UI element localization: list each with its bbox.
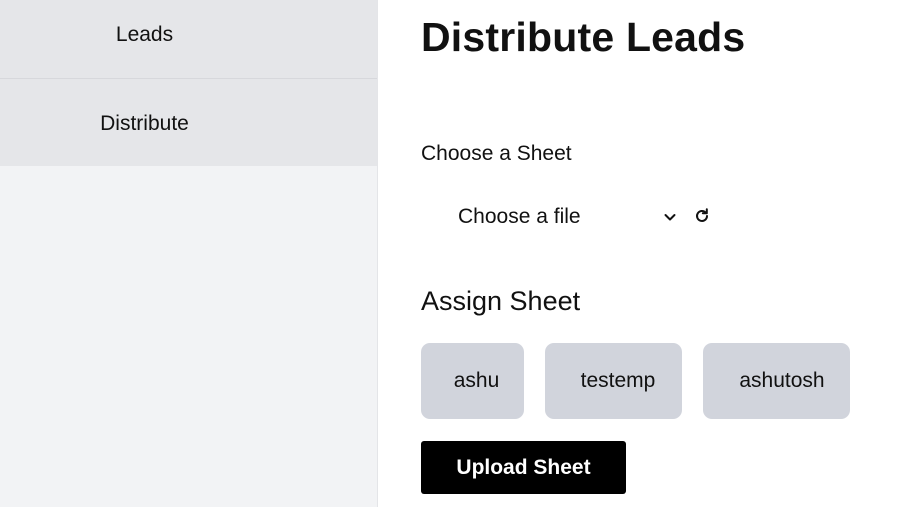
- refresh-icon: [696, 208, 708, 222]
- chevron-down-icon: [664, 214, 676, 221]
- app-root: Leads Distribute Distribute Leads Choose…: [0, 0, 923, 507]
- sidebar-item-label: Leads: [115, 23, 174, 46]
- assignee-name: ashutosh: [739, 369, 825, 392]
- main-content: Distribute Leads Choose a Sheet Choose a…: [421, 0, 923, 507]
- refresh-button[interactable]: [692, 206, 712, 226]
- assignee-name: testemp: [580, 369, 656, 392]
- assignee-chip-ashu[interactable]: ashu: [421, 343, 524, 419]
- assignee-list: ashu testemp ashutosh: [421, 343, 923, 419]
- file-select-value: Choose a file: [458, 205, 581, 228]
- assignee-chip-testemp[interactable]: testemp: [545, 343, 682, 419]
- sidebar-item-leads[interactable]: Leads: [0, 0, 377, 79]
- sidebar: Leads Distribute: [0, 0, 378, 507]
- assignee-chip-ashutosh[interactable]: ashutosh: [703, 343, 850, 419]
- upload-sheet-label: Upload Sheet: [456, 455, 591, 479]
- assign-sheet-heading: Assign Sheet: [421, 286, 581, 316]
- choose-sheet-label: Choose a Sheet: [421, 142, 572, 165]
- file-select[interactable]: Choose a file: [458, 200, 678, 234]
- upload-sheet-button[interactable]: Upload Sheet: [421, 441, 626, 494]
- sidebar-item-label: Distribute: [100, 111, 189, 135]
- page-title: Distribute Leads: [421, 14, 746, 60]
- sidebar-item-distribute[interactable]: Distribute: [0, 79, 377, 166]
- assignee-name: ashu: [453, 369, 500, 392]
- file-picker-row: Choose a file: [421, 200, 721, 234]
